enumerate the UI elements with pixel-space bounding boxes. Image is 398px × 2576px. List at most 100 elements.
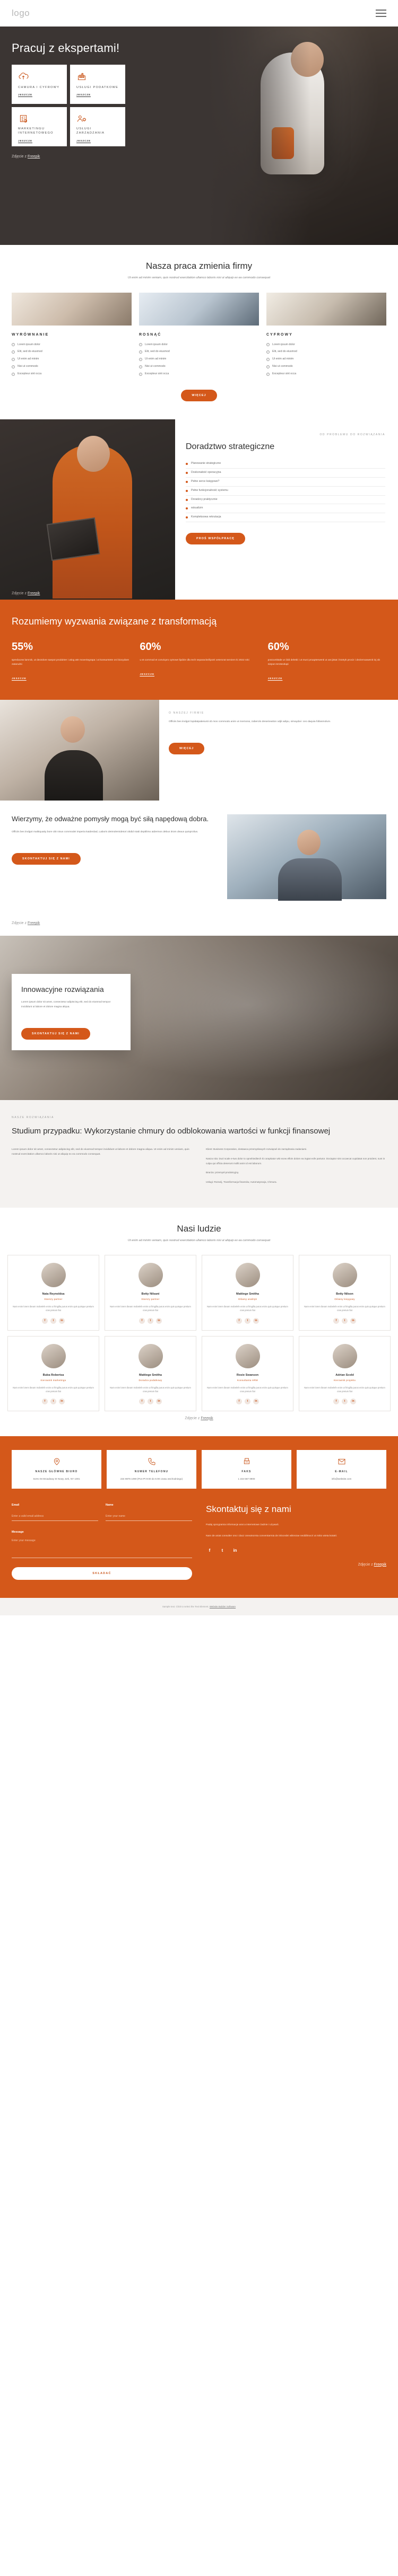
team-member-card[interactable]: Nata Reynoldsa Starszy partner Nam enim … <box>7 1255 99 1331</box>
about-eyebrow: O NASZEJ FIRMIE <box>169 711 204 715</box>
check-icon: ✓ <box>266 357 270 361</box>
bullet-dot-icon <box>186 516 188 519</box>
believe-section: Wierzymy, że odważne pomysły mogą być si… <box>0 801 398 913</box>
stat-description: u et commod et convicpro cytrowe lipdzie… <box>140 658 249 662</box>
facebook-icon[interactable]: f <box>206 1547 213 1554</box>
case-right-details: Klient: Business Corporation, dostawca p… <box>206 1147 386 1190</box>
fax-icon <box>206 1457 287 1466</box>
footer-link[interactable]: Website Builder Software <box>210 1605 236 1608</box>
freepik-link[interactable]: Freepik <box>28 592 40 595</box>
team-member-card[interactable]: Rosie Swanson Konsultanta HRM Nam enim l… <box>202 1335 293 1411</box>
twitter-icon[interactable]: t <box>245 1317 250 1324</box>
envelope-icon <box>301 1457 382 1466</box>
team-member-card[interactable]: Mattiege Smitha Doradca podatkowy Nam en… <box>105 1335 196 1411</box>
avatar <box>235 1263 260 1288</box>
facebook-icon[interactable]: f <box>139 1398 145 1404</box>
linkedin-icon[interactable]: in <box>350 1398 356 1404</box>
twitter-icon[interactable]: t <box>148 1398 153 1404</box>
believe-cta-button[interactable]: SKONTAKTUJ SIĘ Z NAMI <box>12 853 81 865</box>
member-socials: f t in <box>206 1398 289 1404</box>
twitter-icon[interactable]: t <box>219 1547 226 1554</box>
twitter-icon[interactable]: t <box>50 1398 56 1404</box>
list-item: ✓ Lorem ipsum dolor <box>139 342 168 347</box>
twitter-icon[interactable]: t <box>342 1398 348 1404</box>
check-icon: ✓ <box>12 350 15 354</box>
about-cta-button[interactable]: WIĘCEJ <box>169 742 205 754</box>
believe-title: Wierzymy, że odważne pomysły mogą być si… <box>12 815 209 823</box>
member-socials: f t in <box>109 1398 192 1404</box>
linkedin-icon[interactable]: in <box>156 1317 162 1324</box>
stat-more-link[interactable]: JESZCZE <box>268 677 283 680</box>
facebook-icon[interactable]: f <box>42 1398 48 1404</box>
list-item: ✓ Excepteur sint occa <box>12 372 42 376</box>
stat-value: 55% <box>12 640 33 653</box>
team-member-card[interactable]: Betty Nilson Główny księgowy Nam enim lo… <box>299 1255 391 1331</box>
work-column-grow: ROSNĄĆ ✓ Lorem ipsum dolor ✓ Elit, sed do … <box>139 292 259 380</box>
team-member-card[interactable]: Buba Robertsa Kierownik marketingu Nam e… <box>7 1335 99 1411</box>
work-thumbnail <box>139 292 259 326</box>
freepik-link[interactable]: Freepik <box>28 921 40 925</box>
twitter-icon[interactable]: t <box>50 1317 56 1324</box>
facebook-icon[interactable]: f <box>333 1398 339 1404</box>
hamburger-menu-icon[interactable] <box>376 10 386 17</box>
freepik-link[interactable]: Freepik <box>28 155 40 159</box>
site-logo[interactable]: logo <box>12 8 30 19</box>
work-cta-button[interactable]: WIĘCEJ <box>181 390 217 402</box>
contact-text-2: Nam de aniat consulter ono i dacz oneutn… <box>206 1534 338 1537</box>
stat-more-link[interactable]: JESZCZE <box>12 677 27 680</box>
linkedin-icon[interactable]: in <box>59 1317 65 1324</box>
linkedin-icon[interactable]: in <box>59 1398 65 1404</box>
twitter-icon[interactable]: t <box>342 1317 348 1324</box>
stat-more-link[interactable]: JESZCZE <box>140 673 154 675</box>
team-member-card[interactable]: Betty Nilsani Starszy partner Nam enim l… <box>105 1255 196 1331</box>
member-role: Starszy partner <box>141 1298 160 1301</box>
hero-card-management[interactable]: USŁUGI ZARZĄDZANIA JESZCZE <box>70 107 125 146</box>
hero-card-marketing[interactable]: MARKETINGU INTERNETOWEGO JESZCZE <box>12 107 67 146</box>
hero-card-more-link[interactable]: JESZCZE <box>18 139 60 142</box>
message-textarea[interactable] <box>12 1536 192 1558</box>
innovation-section: Innowacyjne rozwiązania Lorem ipsum dolo… <box>0 936 398 1101</box>
member-socials: f t in <box>12 1398 94 1404</box>
freepik-link[interactable]: Freepik <box>374 1563 386 1567</box>
member-role: Kierownik marketingu <box>40 1378 66 1382</box>
linkedin-icon[interactable]: in <box>231 1547 239 1554</box>
hero-card-cloud[interactable]: CHMURA I CYFROWY JESZCZE <box>12 65 67 104</box>
twitter-icon[interactable]: t <box>148 1317 153 1324</box>
stat-item: 60% poszumktale ur i/dd deletiti i ut mu… <box>268 641 386 682</box>
hero-card-more-link[interactable]: JESZCZE <box>76 139 119 142</box>
submit-button[interactable]: SKŁADAĆ <box>12 1567 192 1580</box>
linkedin-icon[interactable]: in <box>253 1317 259 1324</box>
team-member-card[interactable]: Adrian Scold Kierownik projektu Nam enim… <box>299 1335 391 1411</box>
linkedin-icon[interactable]: in <box>253 1398 259 1404</box>
check-icon: ✓ <box>12 372 15 376</box>
hero-card-more-link[interactable]: JESZCZE <box>18 93 60 96</box>
strategy-cta-button[interactable]: PROŚ WSPÓŁPRACĘ <box>186 533 245 545</box>
contact-tile-email: E-MAIL info@website.com <box>297 1449 386 1489</box>
hero-card-more-link[interactable]: JESZCZE <box>76 93 119 96</box>
work-column-heading: ROSNĄĆ <box>139 332 162 337</box>
facebook-icon[interactable]: f <box>42 1317 48 1324</box>
linkedin-icon[interactable]: in <box>350 1317 356 1324</box>
name-field-wrapper: Name <box>106 1504 192 1521</box>
name-input[interactable] <box>106 1512 192 1521</box>
freepik-link[interactable]: Freepik <box>201 1417 213 1420</box>
location-pin-icon <box>16 1457 97 1466</box>
contact-tile-office: NASZE GŁÓWNE BIURO SoHo 94 Broadway St N… <box>12 1449 101 1489</box>
facebook-icon[interactable]: f <box>236 1317 242 1324</box>
hero-card-tax[interactable]: USŁUGI PODATKOWE JESZCZE <box>70 65 125 104</box>
email-input[interactable] <box>12 1512 98 1521</box>
section-subtitle: Ut enim ad minim veniam, quis nostrud ex… <box>127 276 271 279</box>
avatar <box>138 1263 163 1288</box>
top-bar: logo <box>0 0 398 27</box>
team-title: Nasi ludzie <box>177 1223 221 1234</box>
team-member-card[interactable]: Mattiege Smitha Główny analityk Nam enim… <box>202 1255 293 1331</box>
contact-tile-fax: FAKS 1 234 567 8900 <box>202 1449 291 1489</box>
stat-description: spreducew lamrob, ut dectolore saepot pr… <box>12 658 129 666</box>
facebook-icon[interactable]: f <box>139 1317 145 1324</box>
twitter-icon[interactable]: t <box>245 1398 250 1404</box>
innovation-cta-button[interactable]: SKONTAKTUJ SIĘ Z NAMI <box>21 1027 90 1040</box>
contact-tile-title: E-MAIL <box>335 1470 348 1473</box>
facebook-icon[interactable]: f <box>236 1398 242 1404</box>
linkedin-icon[interactable]: in <box>156 1398 162 1404</box>
facebook-icon[interactable]: f <box>333 1317 339 1324</box>
